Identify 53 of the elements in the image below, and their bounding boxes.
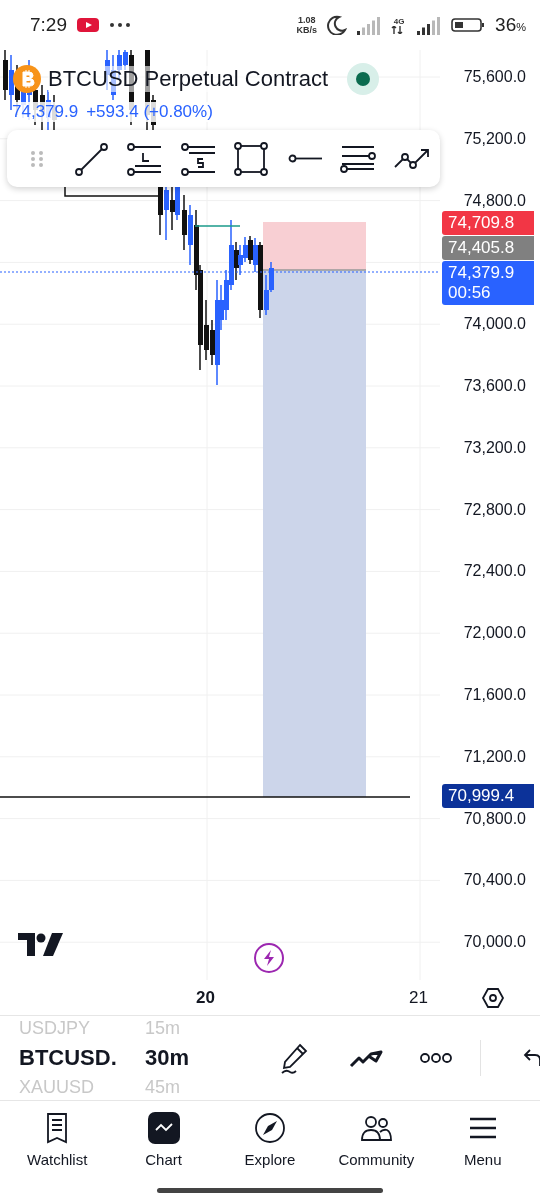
signal-icon [357,15,382,35]
clock-time: 7:29 [30,14,67,36]
horizontal-ray-icon [287,154,322,163]
moon-icon [327,15,348,35]
market-status-icon[interactable] [346,62,380,96]
nav-tab[interactable]: Explore [217,1101,322,1183]
price-axis-label: 73,600.0 [463,377,526,395]
nav-tab[interactable]: Community [324,1101,429,1183]
nav-tab[interactable]: Watchlist [5,1101,110,1183]
undo-icon [522,1046,540,1068]
settings-icon[interactable] [481,986,505,1010]
lightning-icon[interactable] [253,942,285,974]
price-axis-label: 70,400.0 [463,871,526,890]
logo-icon [18,933,64,957]
nav-tab[interactable]: Menu [430,1101,535,1183]
symbol-name[interactable]: BTCUSD. [19,1045,145,1071]
battery-icon [451,17,486,33]
bitcoin-icon [12,64,42,94]
more-button[interactable] [420,1052,452,1064]
price-axis-label: 75,200.0 [463,129,526,148]
price-axis-label: 74,800.0 [463,191,526,210]
undo-button[interactable] [522,1046,540,1068]
video-app-icon [77,17,99,33]
time-axis-label: 21 [409,988,428,1008]
price-axis-label: 72,000.0 [463,624,526,643]
price-axis-label: 73,200.0 [463,438,526,457]
last-price: 74,379.9 [12,102,79,122]
more-icon [420,1052,452,1064]
speed-unit: KB/s [296,25,318,35]
network-speed: 1.08 [298,15,316,25]
price-axis-label: 71,200.0 [463,747,526,766]
time-axis-label: 20 [196,988,215,1008]
price-axis-label: 74,000.0 [463,315,526,334]
signal-icon [417,15,442,35]
price-axis-label: 70,000.0 [463,933,526,952]
price-change: +593.4 (+0.80%) [86,102,213,122]
price-axis-label: 75,600.0 [463,68,526,86]
price-badge: 74,709.8 [442,211,534,235]
battery-level: 36% [495,14,526,36]
nav-tab[interactable]: Chart [111,1101,216,1183]
price-axis-label: 72,400.0 [463,562,526,581]
price-badge: 70,999.4 [442,784,534,808]
price-axis-label: 72,800.0 [463,500,526,519]
price-axis-label: 70,800.0 [463,809,526,828]
price-axis-label: 71,600.0 [463,686,526,704]
symbol-title: BTCUSD Perpetual Contract [48,66,328,92]
level-line[interactable] [194,225,241,227]
price-badge: 74,379.9 00:56 [442,261,534,305]
interval-label[interactable]: 30m [145,1045,190,1071]
more-notifications-icon [109,22,131,28]
network-type: 4G [393,16,405,26]
bracket-line[interactable] [64,184,161,197]
price-badge: 74,405.8 [442,236,534,260]
